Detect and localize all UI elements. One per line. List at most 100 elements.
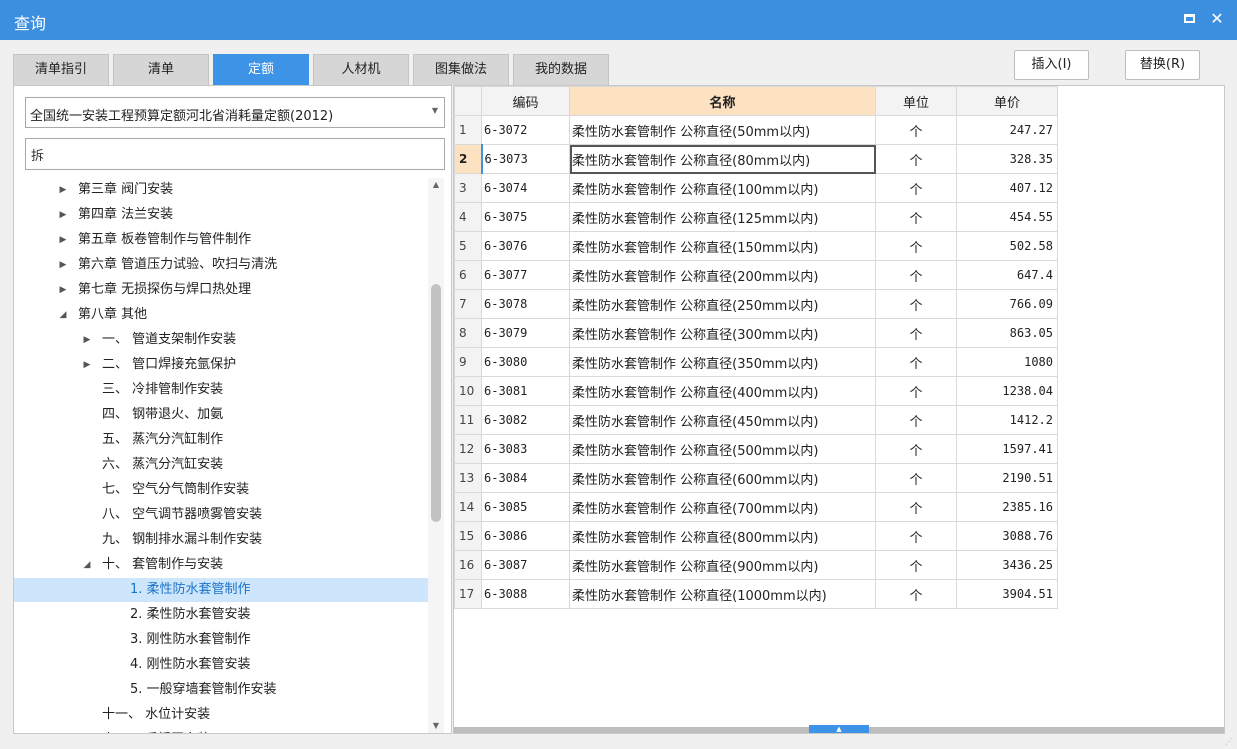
cell-code[interactable]: 6-3077	[481, 260, 570, 290]
cell-name[interactable]: 柔性防水套管制作 公称直径(125mm以内)	[569, 202, 876, 232]
cell-price[interactable]: 1238.04	[956, 376, 1058, 406]
column-header-price[interactable]: 单价	[956, 86, 1058, 116]
cell-name[interactable]: 柔性防水套管制作 公称直径(100mm以内)	[569, 173, 876, 203]
collapse-triangle-icon[interactable]: ▶	[57, 253, 69, 277]
horizontal-scrollbar[interactable]: ▲	[454, 725, 1224, 733]
cell-price[interactable]: 502.58	[956, 231, 1058, 261]
tree-node[interactable]: 十二、 手摇泵安装	[14, 728, 428, 733]
cell-code[interactable]: 6-3075	[481, 202, 570, 232]
replace-button[interactable]: 替换(R)	[1125, 50, 1200, 80]
collapse-triangle-icon[interactable]: ▶	[81, 328, 93, 352]
tree-node[interactable]: ◢ 十、 套管制作与安装	[14, 553, 428, 577]
cell-unit[interactable]: 个	[875, 289, 957, 319]
expand-triangle-icon[interactable]: ◢	[81, 553, 93, 577]
cell-price[interactable]: 647.4	[956, 260, 1058, 290]
cell-price[interactable]: 766.09	[956, 289, 1058, 319]
tree-node[interactable]: 九、 钢制排水漏斗制作安装	[14, 528, 428, 552]
table-row[interactable]: 15 6-3086 柔性防水套管制作 公称直径(800mm以内) 个 3088.76	[454, 521, 1058, 551]
cell-unit[interactable]: 个	[875, 463, 957, 493]
tree-node[interactable]: 四、 钢带退火、加氨	[14, 403, 428, 427]
cell-price[interactable]: 863.05	[956, 318, 1058, 348]
cell-name[interactable]: 柔性防水套管制作 公称直径(900mm以内)	[569, 550, 876, 580]
table-row[interactable]: 14 6-3085 柔性防水套管制作 公称直径(700mm以内) 个 2385.16	[454, 492, 1058, 522]
cell-code[interactable]: 6-3088	[481, 579, 570, 609]
cell-name[interactable]: 柔性防水套管制作 公称直径(500mm以内)	[569, 434, 876, 464]
table-row[interactable]: 2 6-3073 柔性防水套管制作 公称直径(80mm以内) 个 328.35	[454, 144, 1058, 174]
row-number[interactable]: 14	[454, 492, 482, 522]
cell-code[interactable]: 6-3072	[481, 115, 570, 145]
cell-name[interactable]: 柔性防水套管制作 公称直径(50mm以内)	[569, 115, 876, 145]
cell-code[interactable]: 6-3078	[481, 289, 570, 319]
cell-code[interactable]: 6-3076	[481, 231, 570, 261]
cell-name[interactable]: 柔性防水套管制作 公称直径(350mm以内)	[569, 347, 876, 377]
cell-unit[interactable]: 个	[875, 405, 957, 435]
table-row[interactable]: 12 6-3083 柔性防水套管制作 公称直径(500mm以内) 个 1597.41	[454, 434, 1058, 464]
table-row[interactable]: 5 6-3076 柔性防水套管制作 公称直径(150mm以内) 个 502.58	[454, 231, 1058, 261]
tree-node[interactable]: 八、 空气调节器喷雾管安装	[14, 503, 428, 527]
table-row[interactable]: 10 6-3081 柔性防水套管制作 公称直径(400mm以内) 个 1238.04	[454, 376, 1058, 406]
cell-unit[interactable]: 个	[875, 260, 957, 290]
cell-price[interactable]: 3436.25	[956, 550, 1058, 580]
tree-node[interactable]: 七、 空气分气筒制作安装	[14, 478, 428, 502]
table-row[interactable]: 4 6-3075 柔性防水套管制作 公称直径(125mm以内) 个 454.55	[454, 202, 1058, 232]
column-header-name[interactable]: 名称	[569, 86, 876, 116]
cell-unit[interactable]: 个	[875, 434, 957, 464]
cell-price[interactable]: 1412.2	[956, 405, 1058, 435]
cell-code[interactable]: 6-3080	[481, 347, 570, 377]
tab-2[interactable]: 定额	[213, 54, 309, 85]
row-number[interactable]: 16	[454, 550, 482, 580]
collapse-triangle-icon[interactable]: ▶	[57, 178, 69, 202]
collapse-triangle-icon[interactable]: ▶	[57, 203, 69, 227]
tree-node[interactable]: ▶ 第三章 阀门安装	[14, 178, 428, 202]
row-number[interactable]: 10	[454, 376, 482, 406]
table-row[interactable]: 16 6-3087 柔性防水套管制作 公称直径(900mm以内) 个 3436.25	[454, 550, 1058, 580]
row-number[interactable]: 2	[454, 144, 483, 174]
cell-unit[interactable]: 个	[875, 202, 957, 232]
row-number[interactable]: 12	[454, 434, 482, 464]
row-number[interactable]: 5	[454, 231, 482, 261]
cell-name[interactable]: 柔性防水套管制作 公称直径(300mm以内)	[569, 318, 876, 348]
cell-code[interactable]: 6-3087	[481, 550, 570, 580]
tree-node[interactable]: 十一、 水位计安装	[14, 703, 428, 727]
cell-code[interactable]: 6-3086	[481, 521, 570, 551]
collapse-triangle-icon[interactable]: ▶	[81, 353, 93, 377]
cell-price[interactable]: 247.27	[956, 115, 1058, 145]
scroll-down-icon[interactable]: ▼	[428, 719, 444, 733]
tree-node[interactable]: ▶ 第六章 管道压力试验、吹扫与清洗	[14, 253, 428, 277]
search-input[interactable]	[25, 138, 445, 170]
cell-unit[interactable]: 个	[875, 144, 957, 174]
cell-name[interactable]: 柔性防水套管制作 公称直径(700mm以内)	[569, 492, 876, 522]
cell-name[interactable]: 柔性防水套管制作 公称直径(800mm以内)	[569, 521, 876, 551]
collapse-handle-icon[interactable]: ▲	[809, 725, 869, 733]
row-number[interactable]: 17	[454, 579, 482, 609]
cell-unit[interactable]: 个	[875, 231, 957, 261]
collapse-triangle-icon[interactable]: ▶	[57, 278, 69, 302]
cell-price[interactable]: 1597.41	[956, 434, 1058, 464]
expand-triangle-icon[interactable]: ◢	[57, 303, 69, 327]
row-number[interactable]: 13	[454, 463, 482, 493]
tab-0[interactable]: 清单指引	[13, 54, 109, 85]
cell-price[interactable]: 2190.51	[956, 463, 1058, 493]
tree-node[interactable]: 5. 一般穿墙套管制作安装	[14, 678, 428, 702]
cell-name[interactable]: 柔性防水套管制作 公称直径(80mm以内)	[569, 144, 876, 174]
tree-node[interactable]: 3. 刚性防水套管制作	[14, 628, 428, 652]
maximize-button[interactable]	[1178, 8, 1200, 30]
table-row[interactable]: 11 6-3082 柔性防水套管制作 公称直径(450mm以内) 个 1412.2	[454, 405, 1058, 435]
tree-node[interactable]: 三、 冷排管制作安装	[14, 378, 428, 402]
table-row[interactable]: 9 6-3080 柔性防水套管制作 公称直径(350mm以内) 个 1080	[454, 347, 1058, 377]
cell-unit[interactable]: 个	[875, 492, 957, 522]
cell-name[interactable]: 柔性防水套管制作 公称直径(400mm以内)	[569, 376, 876, 406]
row-number[interactable]: 8	[454, 318, 482, 348]
cell-unit[interactable]: 个	[875, 347, 957, 377]
tree-node[interactable]: ▶ 第五章 板卷管制作与管件制作	[14, 228, 428, 252]
cell-name[interactable]: 柔性防水套管制作 公称直径(1000mm以内)	[569, 579, 876, 609]
scrollbar-thumb[interactable]	[431, 284, 441, 522]
cell-unit[interactable]: 个	[875, 376, 957, 406]
tree-node[interactable]: 2. 柔性防水套管安装	[14, 603, 428, 627]
cell-price[interactable]: 407.12	[956, 173, 1058, 203]
scroll-up-icon[interactable]: ▲	[428, 178, 444, 192]
table-row[interactable]: 7 6-3078 柔性防水套管制作 公称直径(250mm以内) 个 766.09	[454, 289, 1058, 319]
tree-node[interactable]: 4. 刚性防水套管安装	[14, 653, 428, 677]
row-number[interactable]: 15	[454, 521, 482, 551]
cell-price[interactable]: 454.55	[956, 202, 1058, 232]
